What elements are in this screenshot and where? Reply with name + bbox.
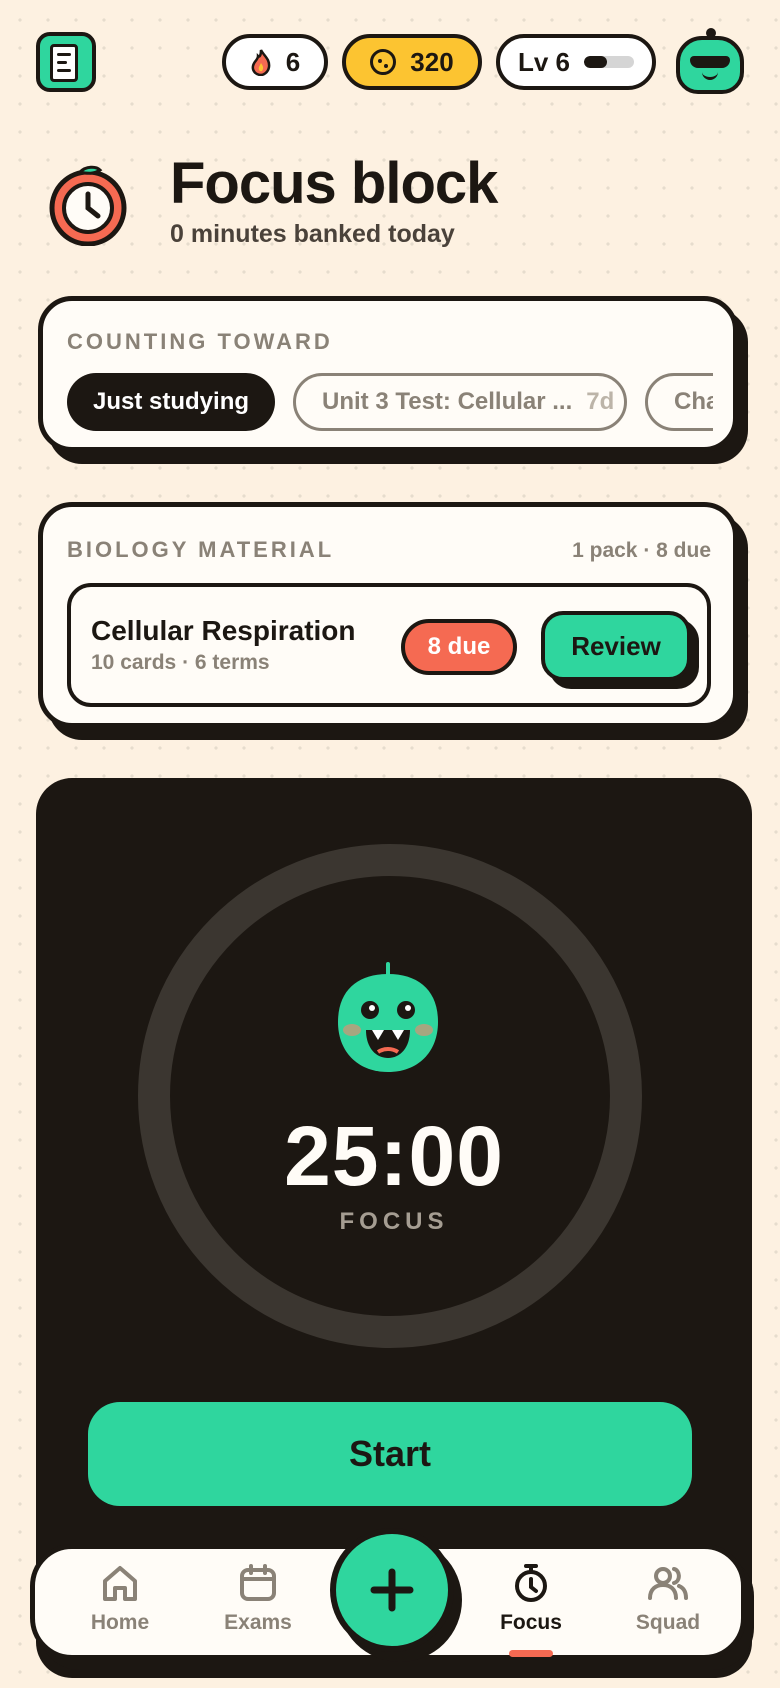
nav-label: Focus: [500, 1611, 562, 1634]
nav-item-home[interactable]: Home: [65, 1561, 175, 1651]
nav-item-focus[interactable]: Focus: [476, 1561, 586, 1657]
timer-mode-label: FOCUS: [339, 1208, 449, 1235]
level-label: Lv 6: [517, 46, 571, 77]
due-badge: 8 due: [401, 619, 517, 675]
nav-label: Home: [90, 1611, 150, 1634]
calendar-icon: [240, 1564, 276, 1601]
chip-label: Cha: [674, 388, 713, 415]
counting-toward-card: COUNTING TOWARD Just studying Unit 3 Tes…: [38, 296, 738, 452]
chip-label: Just studying: [93, 388, 250, 415]
material-label: BIOLOGY MATERIAL: [67, 537, 335, 562]
page-title: Focus block: [170, 151, 498, 216]
review-button[interactable]: Review: [541, 611, 691, 681]
tomato-timer-icon: [49, 165, 127, 246]
level-progress-bar: [584, 56, 635, 68]
pack-name: Cellular Respiration: [91, 615, 356, 646]
people-icon: [648, 1567, 688, 1600]
sunglasses-icon: [690, 56, 730, 68]
material-meta: 1 pack · 8 due: [572, 539, 711, 562]
mascot-icon: [338, 962, 438, 1072]
coin-icon: [370, 49, 397, 75]
plus-icon: [370, 1568, 414, 1612]
pack-row[interactable]: Cellular Respiration 10 cards · 6 terms …: [67, 583, 711, 707]
add-button[interactable]: [330, 1528, 454, 1652]
streak-count: 6: [285, 46, 301, 77]
chip-third-goal[interactable]: Cha: [645, 373, 713, 431]
start-button[interactable]: Start: [88, 1402, 692, 1506]
timer-display: 25:00: [284, 1109, 504, 1203]
chip-label: Unit 3 Test: Cellular ...: [322, 388, 573, 415]
nav-item-squad[interactable]: Squad: [613, 1561, 723, 1651]
coin-count: 320: [410, 46, 454, 77]
page-subtitle: 0 minutes banked today: [170, 220, 455, 248]
nav-label: Exams: [224, 1611, 292, 1634]
goal-chips: Just studying Unit 3 Test: Cellular ... …: [67, 373, 713, 437]
coins-badge[interactable]: 320: [342, 34, 482, 90]
app-logo-icon[interactable]: [36, 32, 96, 92]
top-bar: 6 320 Lv 6: [36, 28, 744, 94]
chip-just-studying[interactable]: Just studying: [67, 373, 275, 431]
chip-days-left: 7d: [586, 388, 615, 415]
chip-unit-3-test[interactable]: Unit 3 Test: Cellular ... 7d: [293, 373, 627, 431]
nav-item-exams[interactable]: Exams: [203, 1561, 313, 1651]
nav-label: Squad: [635, 1611, 701, 1634]
biology-material-card: BIOLOGY MATERIAL 1 pack · 8 due Cellular…: [38, 502, 738, 728]
page-header: Focus block 0 minutes banked today: [46, 150, 744, 260]
active-indicator: [509, 1650, 553, 1657]
home-icon: [103, 1566, 137, 1601]
streak-badge[interactable]: 6: [222, 34, 328, 90]
counting-toward-label: COUNTING TOWARD: [67, 329, 333, 354]
flame-icon: [251, 49, 271, 76]
level-badge[interactable]: Lv 6: [496, 34, 656, 90]
pack-sub: 10 cards · 6 terms: [91, 651, 270, 674]
stopwatch-icon: [515, 1564, 547, 1602]
timer-ring: [138, 844, 642, 1348]
avatar[interactable]: [676, 28, 744, 94]
